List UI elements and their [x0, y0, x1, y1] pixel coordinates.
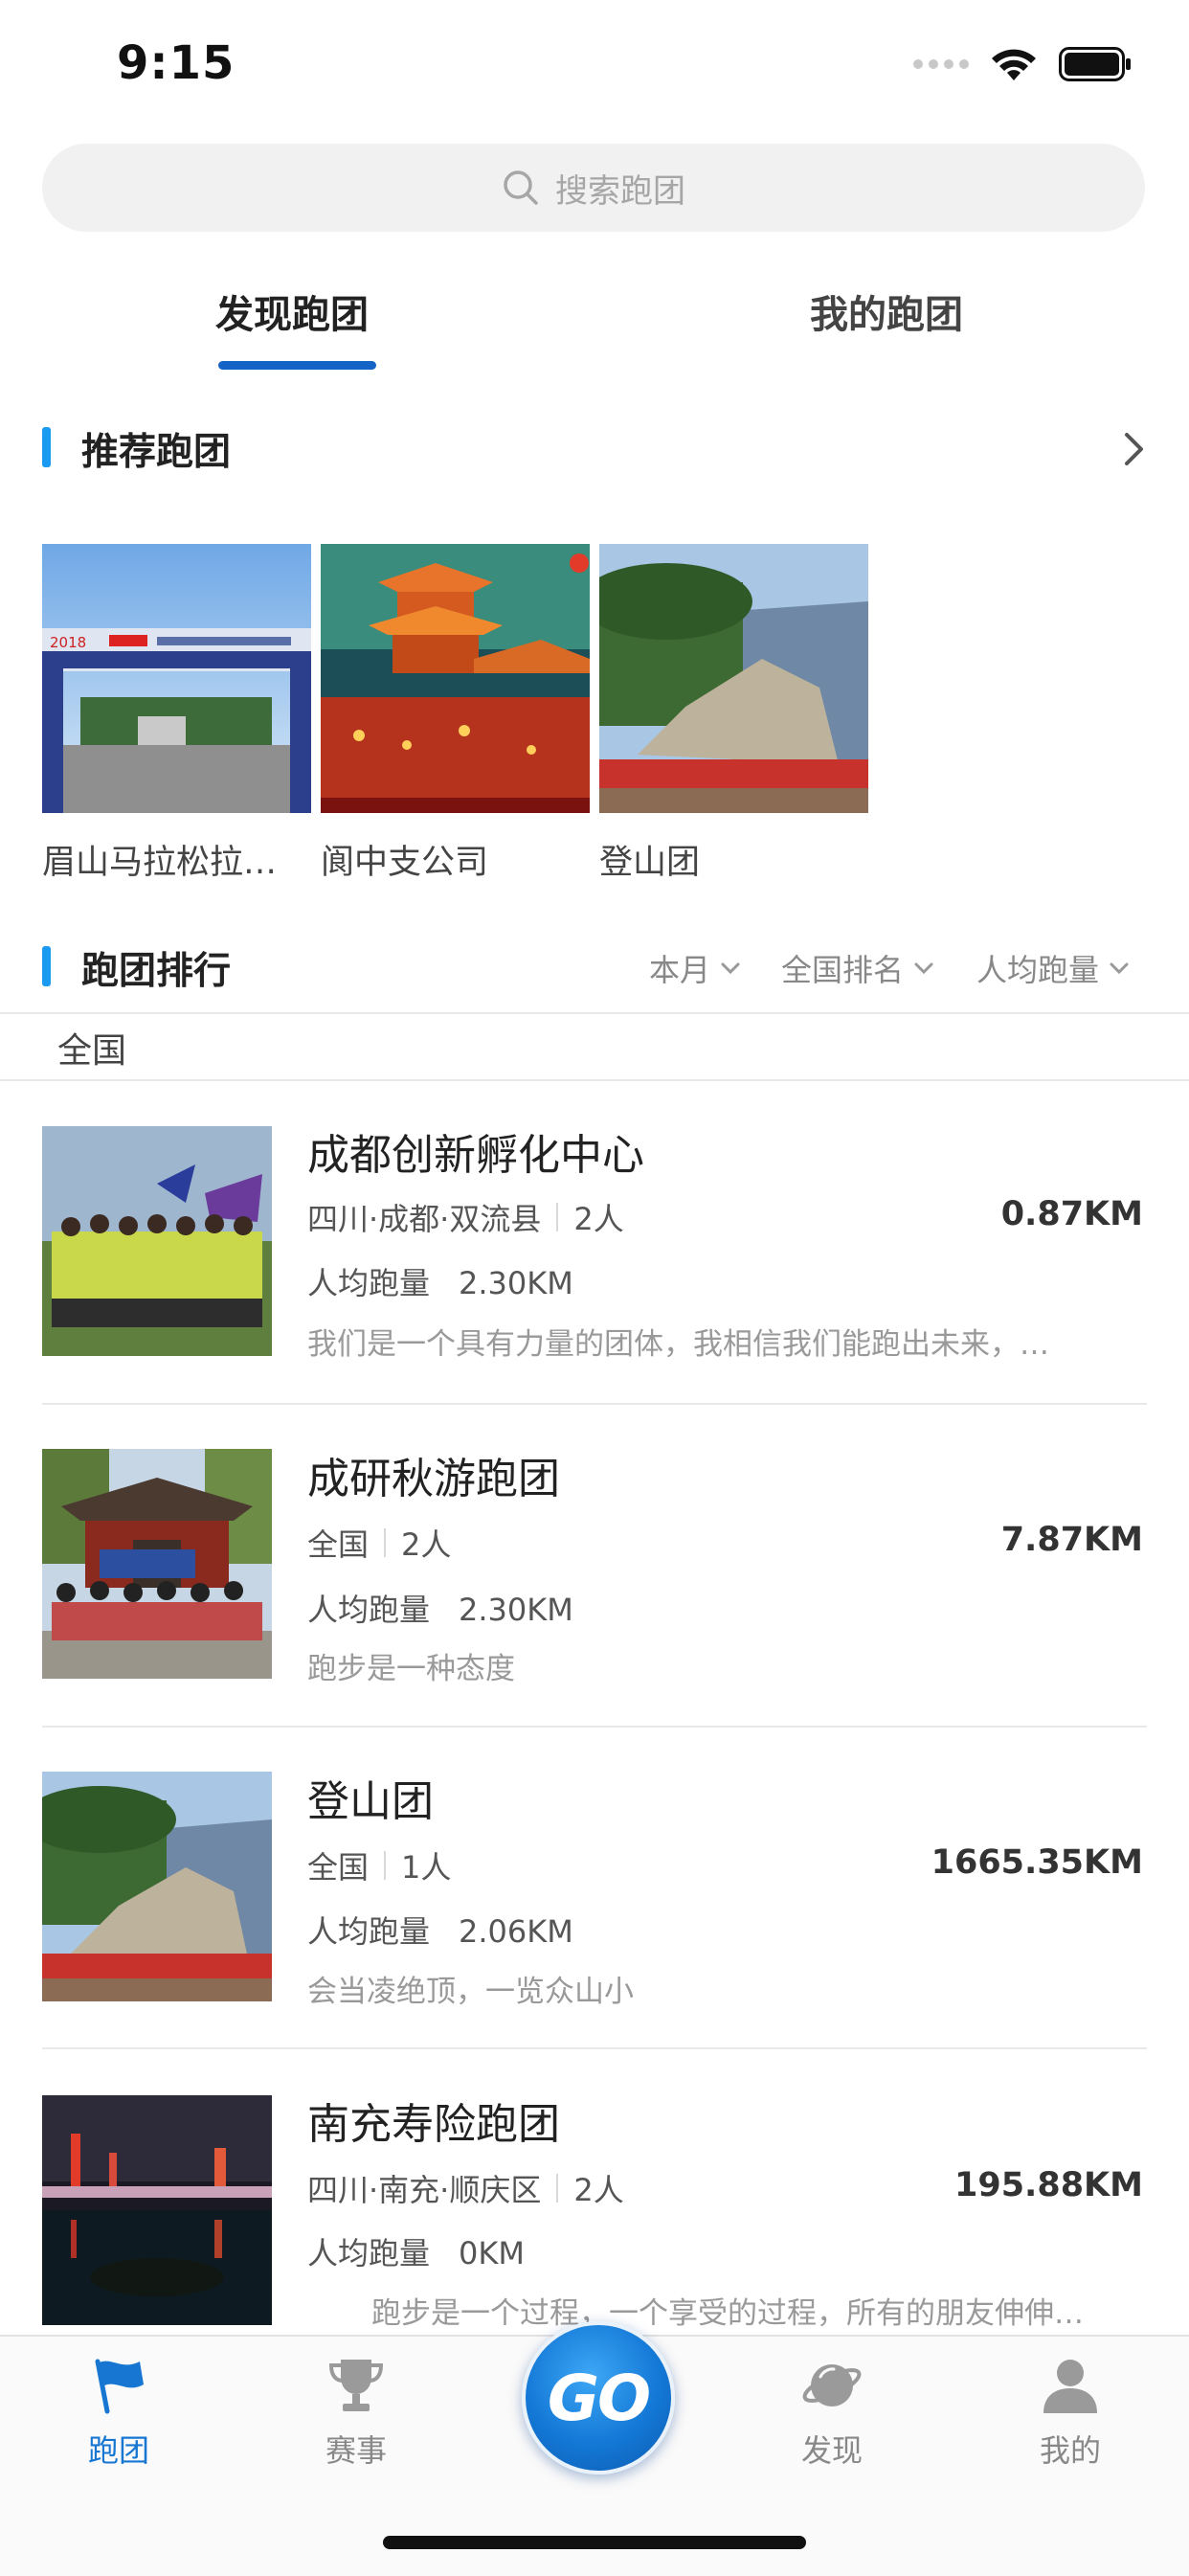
row-divider: [42, 2047, 1147, 2049]
club-location: 四川·南充·顺庆区: [307, 2172, 542, 2208]
club-avg: 人均跑量 2.06KM: [307, 1908, 573, 1952]
tabbar-label: 赛事: [325, 2432, 387, 2469]
club-meta: 全国 1人: [307, 1843, 451, 1887]
search-bar[interactable]: 搜索跑团: [42, 144, 1145, 232]
tabbar-label: 我的: [1039, 2432, 1101, 2469]
search-placeholder: 搜索跑团: [555, 171, 685, 211]
avg-distance-value: 2.30KM: [459, 1265, 573, 1301]
filter-period-dropdown[interactable]: 本月: [649, 946, 741, 990]
filter-scope-label: 全国排名: [781, 952, 905, 988]
go-label: GO: [547, 2361, 651, 2435]
club-distance: 7.87KM: [1000, 1521, 1143, 1559]
club-meta: 四川·南充·顺庆区 2人: [307, 2166, 624, 2210]
svg-text:2018: 2018: [50, 634, 86, 651]
tab-active-indicator: [218, 361, 376, 370]
tabbar-label: 发现: [800, 2432, 863, 2469]
club-meta: 四川·成都·双流县 2人: [307, 1195, 624, 1239]
club-members: 2人: [573, 1201, 624, 1237]
tabbar-item-me[interactable]: 我的: [1003, 2356, 1137, 2471]
recommended-card-image[interactable]: 2018: [42, 544, 311, 813]
region-label: 全国: [57, 1031, 127, 1071]
club-avg: 人均跑量 2.30KM: [307, 1586, 573, 1630]
club-name[interactable]: 南充寿险跑团: [307, 2090, 560, 2151]
tabbar-item-discover[interactable]: 发现: [765, 2356, 899, 2471]
club-members: 1人: [401, 1849, 452, 1886]
chevron-down-icon: [914, 962, 933, 975]
club-description: 我们是一个具有力量的团体，我相信我们能跑出未来，…: [307, 1327, 1049, 1362]
club-avg: 人均跑量 0KM: [307, 2229, 525, 2273]
avg-distance-value: 0KM: [459, 2235, 525, 2271]
club-meta: 全国 2人: [307, 1521, 451, 1565]
tabbar-label: 跑团: [87, 2432, 149, 2469]
home-indicator[interactable]: [383, 2536, 806, 2549]
club-distance: 1665.35KM: [931, 1843, 1143, 1882]
avg-distance-label: 人均跑量: [307, 1265, 431, 1301]
planet-icon: [802, 2364, 862, 2407]
avg-distance-label: 人均跑量: [307, 1592, 431, 1628]
status-time: 9:15: [117, 36, 236, 90]
person-icon: [1043, 2360, 1097, 2413]
filter-metric-dropdown[interactable]: 人均跑量: [976, 946, 1130, 990]
club-avg: 人均跑量 2.30KM: [307, 1259, 573, 1303]
club-description: 会当凌绝顶，一览众山小: [307, 1975, 634, 2009]
filter-period-label: 本月: [649, 952, 711, 988]
filter-scope-dropdown[interactable]: 全国排名: [781, 946, 934, 990]
club-distance: 195.88KM: [953, 2166, 1143, 2204]
club-name[interactable]: 登山团: [307, 1767, 434, 1828]
recommended-card-label[interactable]: 眉山马拉松拉…: [42, 835, 320, 884]
recommended-card-label[interactable]: 阆中支公司: [321, 835, 598, 884]
battery-icon: [1059, 47, 1131, 81]
trophy-icon: [328, 2360, 384, 2411]
chevron-right-icon[interactable]: [1122, 431, 1147, 467]
row-divider: [42, 1726, 1147, 1728]
cellular-signal-icon: [913, 59, 969, 69]
wifi-icon: [992, 49, 1036, 80]
divider: [0, 1012, 1189, 1014]
club-description: 跑步是一种态度: [307, 1652, 515, 1686]
club-name[interactable]: 成研秋游跑团: [307, 1444, 560, 1505]
avg-distance-label: 人均跑量: [307, 2235, 431, 2271]
club-members: 2人: [401, 1526, 452, 1563]
club-photo[interactable]: [42, 1449, 272, 1679]
club-photo[interactable]: [42, 1772, 272, 2001]
avg-distance-label: 人均跑量: [307, 1913, 431, 1950]
recommended-card-image[interactable]: [599, 544, 868, 813]
club-location: 全国: [307, 1849, 370, 1886]
club-members: 2人: [573, 2172, 624, 2208]
filter-metric-label: 人均跑量: [976, 952, 1100, 988]
recommended-title: 推荐跑团: [81, 431, 232, 474]
club-location: 四川·成都·双流县: [307, 1201, 542, 1237]
club-name[interactable]: 成都创新孵化中心: [307, 1120, 644, 1182]
tab-discover-clubs[interactable]: 发现跑团: [215, 283, 369, 339]
recommended-card-label[interactable]: 登山团: [599, 835, 877, 884]
tabbar-item-events[interactable]: 赛事: [289, 2356, 423, 2471]
club-photo[interactable]: [42, 1126, 272, 1356]
avg-distance-value: 2.30KM: [459, 1592, 573, 1628]
ranking-title: 跑团排行: [81, 950, 232, 993]
club-distance: 0.87KM: [1000, 1195, 1143, 1233]
club-location: 全国: [307, 1526, 370, 1563]
section-marker: [42, 946, 51, 986]
status-icons: [913, 46, 1132, 82]
search-icon: [504, 170, 538, 205]
divider: [0, 1079, 1189, 1081]
club-photo[interactable]: [42, 2095, 272, 2325]
chevron-down-icon: [1110, 962, 1129, 975]
club-description: 跑步是一个过程，一个享受的过程，所有的朋友伸伸…: [371, 2296, 1084, 2331]
go-run-button[interactable]: GO: [522, 2321, 675, 2474]
section-marker: [42, 427, 51, 467]
chevron-down-icon: [721, 962, 740, 975]
recommended-card-image[interactable]: [321, 544, 590, 813]
tabbar-item-clubs[interactable]: 跑团: [52, 2356, 186, 2471]
avg-distance-value: 2.06KM: [459, 1913, 573, 1950]
flag-icon: [95, 2359, 144, 2414]
row-divider: [42, 1403, 1147, 1405]
tab-my-clubs[interactable]: 我的跑团: [810, 283, 963, 339]
